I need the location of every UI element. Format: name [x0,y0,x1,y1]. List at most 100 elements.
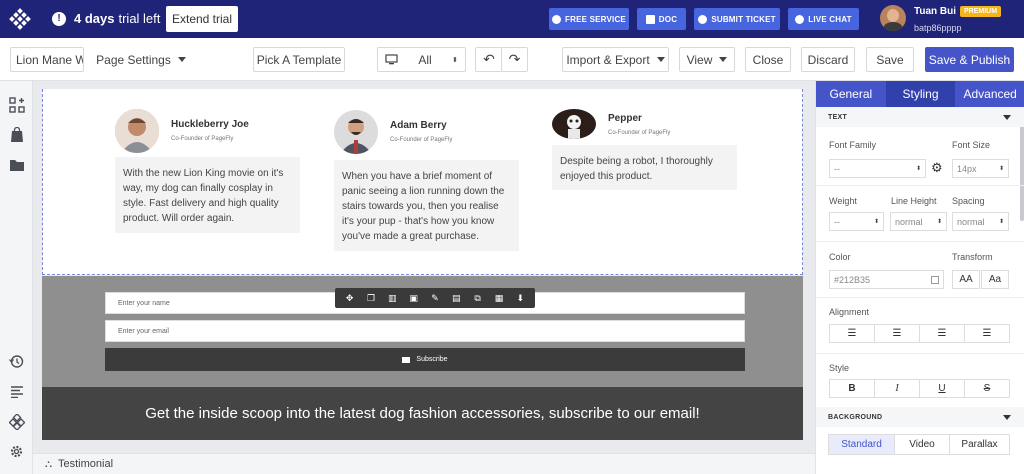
page-settings-menu[interactable]: Page Settings [94,47,188,72]
align-center-button[interactable]: ☰ [874,324,920,343]
divider [816,297,1024,298]
redo-button[interactable]: ↷ [501,47,528,72]
font-size-input[interactable]: 14px ⬍ [952,159,1009,178]
lock-icon[interactable]: ▣ [409,293,419,303]
lifebuoy-icon [698,14,708,24]
alignment-label: Alignment [829,307,870,317]
align-right-icon: ☰ [937,328,947,339]
edit-pencil-icon[interactable]: ✎ [430,293,440,303]
spacing-select[interactable]: normal ⬍ [952,212,1009,231]
reviewer-name: Huckleberry Joe [171,119,249,130]
font-family-value: -- [834,163,840,174]
duplicate-icon[interactable]: ❐ [366,293,376,303]
weight-value: -- [834,216,840,227]
view-label: View [686,52,713,67]
pagefly-icon[interactable] [8,413,25,430]
page-name-input[interactable]: Lion Mane W [10,47,84,72]
reviewer-role: Co-Founder of PageFly [390,137,453,143]
line-height-select[interactable]: normal ⬍ [890,212,947,231]
style-label: Style [829,363,850,373]
close-button[interactable]: Close [745,47,791,72]
doc-icon [645,14,655,24]
align-left-icon: ☰ [847,328,857,339]
newsletter-banner[interactable]: Get the inside scoop into the latest dog… [42,387,803,440]
align-left-button[interactable]: ☰ [829,324,875,343]
testimonial-section[interactable]: Huckleberry Joe Co-Founder of PageFly Wi… [42,89,803,275]
background-standard-option[interactable]: Standard [828,434,895,455]
chevron-down-icon [177,57,186,62]
panel-scrollbar[interactable] [1020,111,1024,221]
weight-label: Weight [829,196,857,206]
element-floating-toolbar: ✥ ❐ ▥ ▣ ✎ ▤ ⧉ ▦ ⬇ [335,288,535,308]
import-export-menu[interactable]: Import & Export [562,47,669,72]
save-section-icon[interactable]: ▤ [451,293,461,303]
shopify-icon[interactable] [8,126,25,143]
pagefly-logo[interactable] [0,0,40,38]
font-settings-gear-icon[interactable]: ⚙ [931,160,943,176]
left-sidebar [0,81,33,474]
alert-icon: ! [52,11,66,26]
view-menu[interactable]: View [679,47,735,72]
save-button[interactable]: Save [866,47,914,72]
bold-button[interactable]: B [829,379,875,398]
divider [816,353,1024,354]
weight-select[interactable]: -- ⬍ [829,212,884,231]
align-right-button[interactable]: ☰ [919,324,965,343]
tab-general[interactable]: General [816,81,886,107]
save-publish-button[interactable]: Save & Publish [925,47,1014,72]
font-family-label: Font Family [829,140,877,150]
device-value: All [418,52,432,67]
live-chat-button[interactable]: LIVE CHAT [788,8,859,30]
download-icon[interactable]: ⬇ [515,293,525,303]
move-icon[interactable]: ✥ [345,293,355,303]
breadcrumb: ⛬ Testimonial [33,453,815,474]
color-input[interactable]: #212B35 [829,270,944,289]
testimonial-quote: When you have a brief moment of panic se… [334,160,519,251]
banner-text: Get the inside scoop into the latest dog… [145,405,700,422]
background-section-header[interactable]: BACKGROUND [816,407,1024,427]
capitalize-button[interactable]: Aa [981,270,1009,289]
tab-advanced[interactable]: Advanced [955,81,1024,107]
paste-icon[interactable]: ▦ [494,293,504,303]
uppercase-button[interactable]: AA [952,270,980,289]
pick-template-button[interactable]: Pick A Template [253,47,345,72]
submit-ticket-button[interactable]: SUBMIT TICKET [694,8,780,30]
add-element-icon[interactable] [8,96,25,113]
strikethrough-button[interactable]: S [964,379,1010,398]
align-center-icon: ☰ [892,328,902,339]
chevron-down-icon [719,57,728,62]
italic-button[interactable]: I [874,379,920,398]
discard-button[interactable]: Discard [801,47,855,72]
spacing-value: normal [957,216,985,227]
tab-styling[interactable]: Styling [885,81,956,107]
breadcrumb-item[interactable]: Testimonial [58,458,113,470]
free-service-button[interactable]: FREE SERVICE [549,8,629,30]
subscribe-form-section[interactable]: Enter your name Enter your email Subscri… [42,276,803,387]
settings-gear-icon[interactable] [8,443,25,460]
text-section-header[interactable]: TEXT [816,107,1024,127]
trash-icon[interactable]: ▥ [387,293,397,303]
select-arrows-icon: ⬍ [998,166,1004,172]
font-family-select[interactable]: -- ⬍ [829,159,926,178]
reviewer-name: Adam Berry [390,120,447,131]
align-justify-icon: ☰ [982,328,992,339]
align-justify-button[interactable]: ☰ [964,324,1010,343]
folder-icon[interactable] [8,156,25,173]
reviewer-role: Co-Founder of PageFly [171,136,234,142]
panel-tabs: General Styling Advanced [816,81,1024,107]
extend-trial-button[interactable]: Extend trial [166,6,238,32]
style-panel: General Styling Advanced TEXT Font Famil… [815,81,1024,474]
background-parallax-option[interactable]: Parallax [949,434,1010,455]
undo-button[interactable]: ↶ [475,47,502,72]
color-swatch-icon[interactable] [931,275,939,284]
device-select[interactable]: All ⬍ [377,47,466,72]
subscribe-button[interactable]: Subscribe [105,348,745,371]
background-video-option[interactable]: Video [894,434,950,455]
email-input[interactable]: Enter your email [105,320,745,342]
doc-button[interactable]: DOC [637,8,686,30]
layers-icon[interactable] [8,383,25,400]
underline-button[interactable]: U [919,379,965,398]
history-icon[interactable] [8,353,25,370]
copy-icon[interactable]: ⧉ [473,293,483,303]
select-arrows-icon: ⬍ [915,166,921,172]
